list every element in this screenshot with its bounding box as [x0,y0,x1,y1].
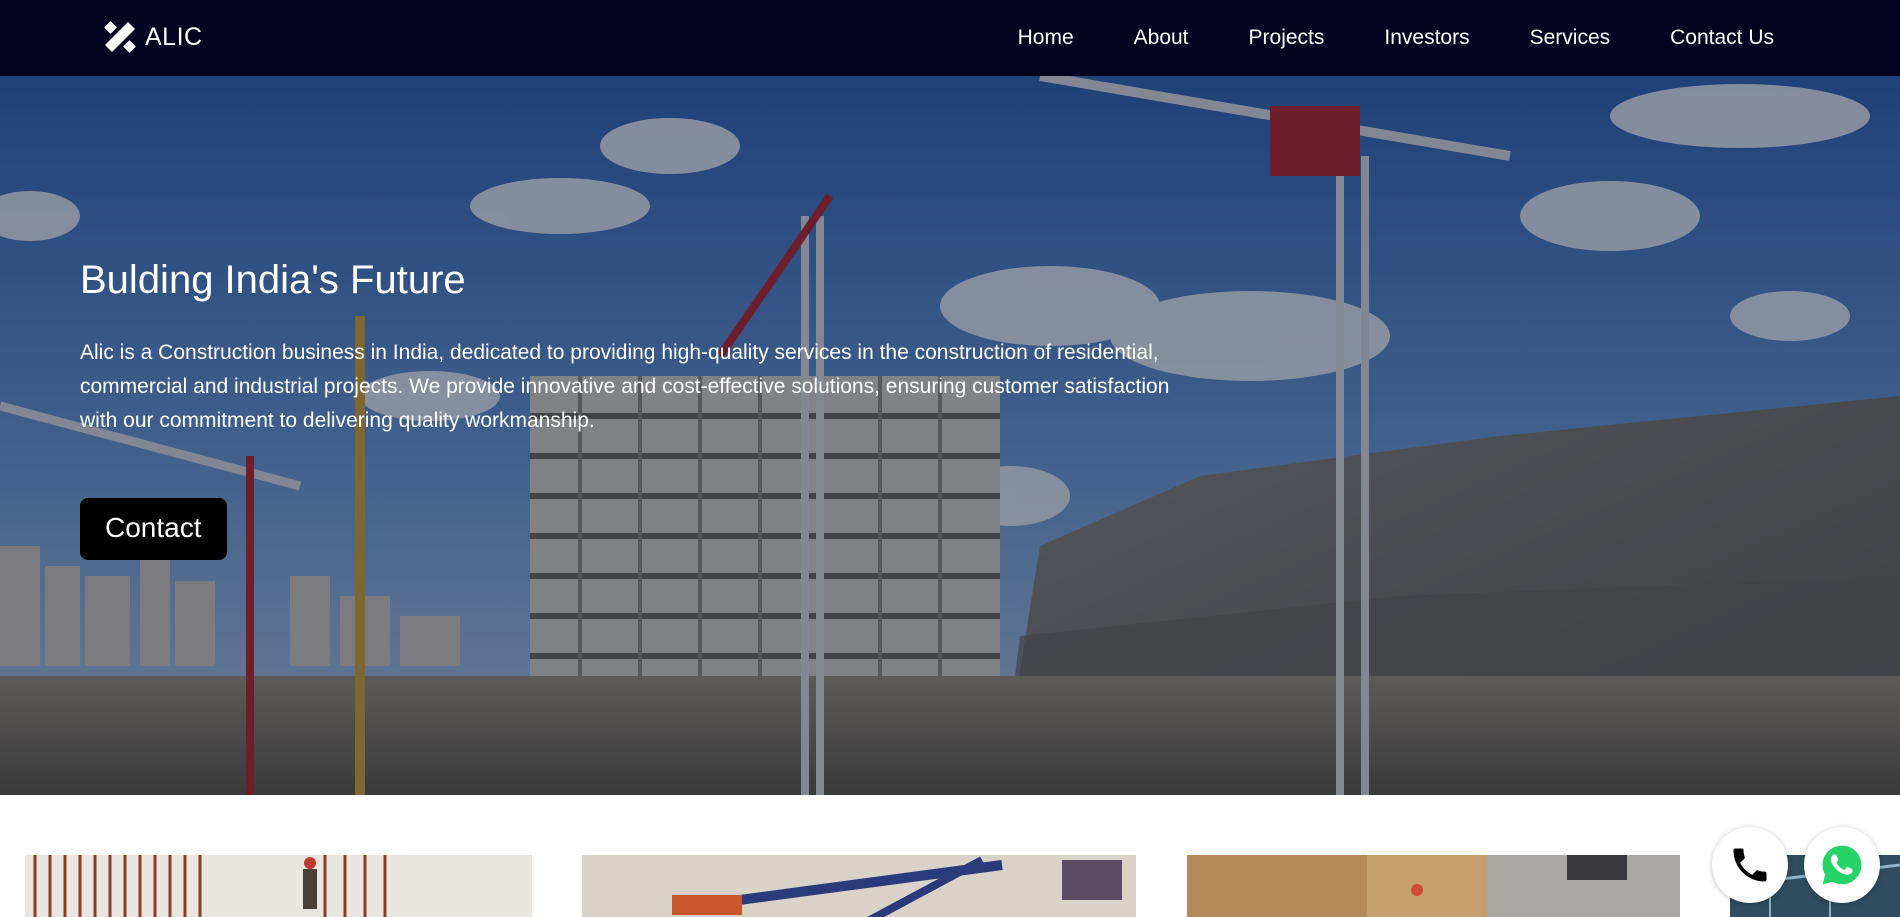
project-cards-strip [0,795,1900,917]
nav-about[interactable]: About [1134,26,1189,50]
hero-section: Bulding India's Future Alic is a Constru… [0,76,1900,795]
nav-projects[interactable]: Projects [1249,26,1325,50]
nav-home[interactable]: Home [1018,26,1074,50]
top-navbar: ALIC Home About Projects Investors Servi… [0,0,1900,76]
nav-services[interactable]: Services [1530,26,1611,50]
hero-description: Alic is a Construction business in India… [80,341,1170,432]
contact-button[interactable]: Contact [80,498,227,560]
hero-title: Bulding India's Future [80,258,466,302]
hero-content: Bulding India's Future Alic is a Constru… [80,258,1200,560]
whatsapp-button[interactable] [1804,827,1880,903]
project-card-rebar[interactable] [25,855,532,917]
percent-logo-icon [104,21,136,53]
whatsapp-icon [1822,845,1862,885]
project-card-crane[interactable] [582,855,1136,917]
rebar-worker-image [25,855,532,917]
crane-machinery-image [582,855,1136,917]
nav-investors[interactable]: Investors [1384,26,1469,50]
project-card-excavation[interactable] [1187,855,1680,917]
call-button[interactable] [1712,827,1788,903]
brand-logo-link[interactable]: ALIC [103,17,203,57]
excavation-site-image [1187,855,1680,917]
nav-contact-us[interactable]: Contact Us [1670,26,1774,50]
phone-icon [1733,848,1767,882]
brand-name: ALIC [145,22,203,51]
main-nav: Home About Projects Investors Services C… [958,0,1774,76]
